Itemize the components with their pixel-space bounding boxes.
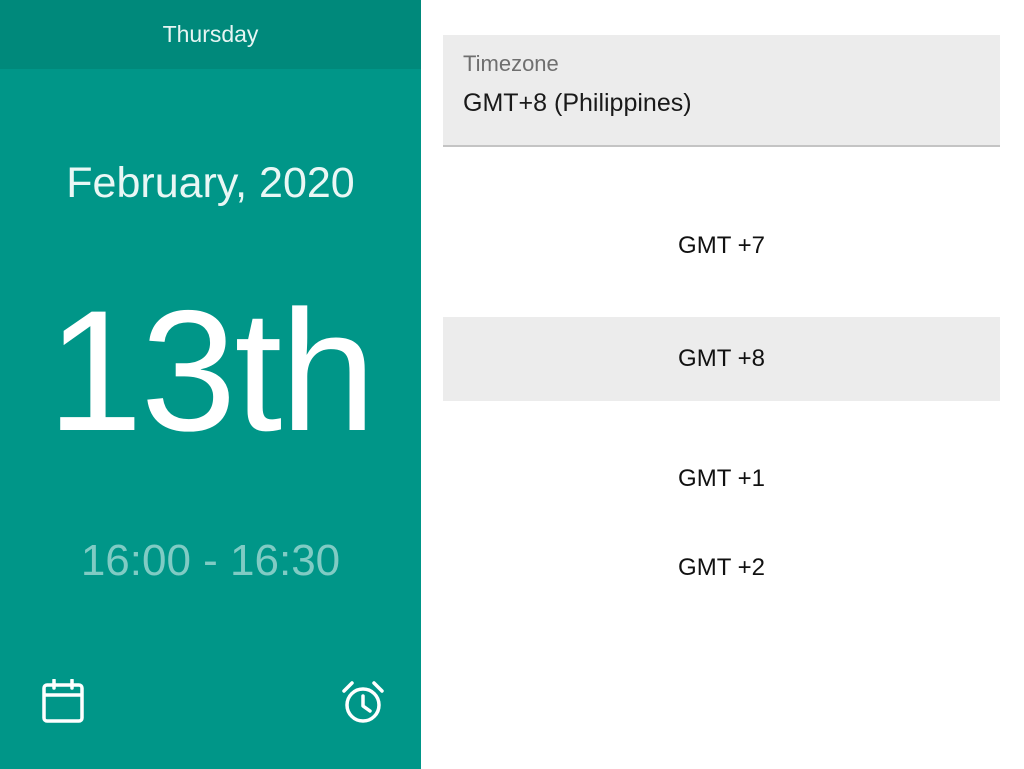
timezone-label: Timezone (463, 51, 559, 76)
timezone-panel: Timezone GMT+8 (Philippines) GMT +7 GMT … (421, 0, 1024, 769)
day-number: 13th (47, 275, 376, 467)
timezone-option-selected[interactable]: GMT +8 (443, 317, 1000, 401)
date-summary-panel: Thursday February, 2020 13th 16:00 - 16:… (0, 0, 421, 769)
calendar-button[interactable] (39, 678, 87, 726)
alarm-clock-icon (340, 679, 386, 725)
alarm-button[interactable] (339, 678, 387, 726)
timezone-select[interactable]: Timezone GMT+8 (Philippines) (443, 35, 1000, 147)
app-window: Thursday February, 2020 13th 16:00 - 16:… (0, 0, 1024, 769)
timezone-value: GMT+8 (Philippines) (463, 89, 692, 117)
calendar-icon (41, 679, 85, 725)
timezone-option[interactable]: GMT +1 (443, 437, 1000, 521)
timezone-option[interactable]: GMT +7 (443, 204, 1000, 288)
timezone-option[interactable]: GMT +2 (443, 526, 1000, 610)
day-name-header: Thursday (0, 0, 421, 69)
time-range: 16:00 - 16:30 (80, 536, 341, 585)
month-year-label: February, 2020 (66, 159, 355, 207)
